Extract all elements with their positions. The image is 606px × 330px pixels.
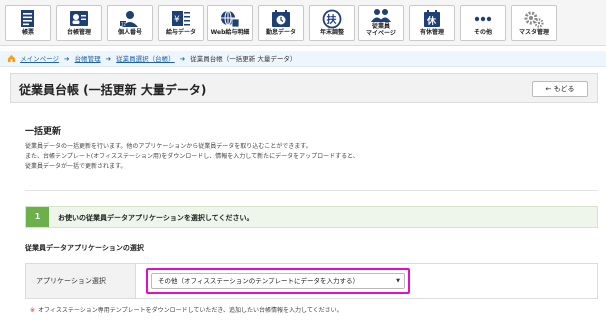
page-header: 従業員台帳 (一括更新 大量データ) ← もどる: [10, 73, 598, 103]
svg-text:休: 休: [426, 15, 437, 27]
application-select-row: アプリケーション選択 その他（オフィスステーションのテンプレートにデータを入力す…: [25, 263, 598, 299]
template-note: ※ オフィスステーション専用テンプレートをダウンロードしていただき、追加したい台帳…: [30, 305, 343, 314]
note-mark: ※: [30, 307, 36, 314]
divider: [25, 190, 598, 191]
toolbar-button-reports[interactable]: 帳票: [5, 5, 51, 41]
home-icon: [7, 53, 16, 69]
toolbar-label: 個人番号: [117, 29, 142, 36]
document-list-icon: [6, 9, 50, 29]
page-title: 従業員台帳 (一括更新 大量データ): [19, 83, 207, 97]
toolbar-label: その他: [473, 29, 492, 36]
toolbar-label: Web給与明細: [210, 29, 250, 36]
toolbar-label: 勤怠データ: [265, 29, 296, 36]
toolbar-button-paid-leave[interactable]: 休 有休管理: [409, 5, 455, 41]
toolbar-label: 従業員 マイページ: [366, 23, 396, 37]
dropdown-caret-icon: ▼: [396, 278, 400, 284]
paid-leave-icon: 休: [410, 9, 454, 29]
person-card-icon: [57, 9, 101, 29]
breadcrumb-arrow-icon: ➔: [105, 55, 112, 63]
step-number: 1: [26, 207, 49, 227]
breadcrumb-link-ledger[interactable]: 台帳管理: [75, 55, 101, 63]
gears-icon: [512, 9, 556, 29]
web-payslip-icon: [208, 9, 252, 29]
svg-text:¥: ¥: [174, 15, 180, 25]
back-button[interactable]: ← もどる: [532, 81, 588, 97]
breadcrumb-link-main[interactable]: メインページ: [20, 55, 59, 63]
section-description: 従業員データの一括更新を行います。他のアプリケーションから従業員データを取り込む…: [25, 142, 359, 172]
toolbar-button-master[interactable]: マスタ管理: [511, 5, 557, 41]
salary-data-icon: ¥: [159, 9, 203, 29]
application-select-label: アプリケーション選択: [26, 264, 136, 298]
toolbar-button-ledger[interactable]: 台帳管理: [56, 5, 102, 41]
breadcrumb: メインページ ➔ 台帳管理 ➔ 従業員選択（台帳） ➔ 従業員台帳（一括更新 大…: [0, 51, 606, 67]
toolbar-label: 帳票: [21, 29, 34, 36]
description-line: 従業員データが一括で更新されます。: [25, 163, 127, 170]
toolbar-button-web-payslip[interactable]: Web給与明細: [207, 5, 253, 41]
toolbar-label: 給与データ: [165, 29, 196, 36]
note-text: オフィスステーション専用テンプレートをダウンロードしていただき、追加したい台帳情…: [38, 307, 343, 314]
svg-text:扶: 扶: [327, 13, 338, 26]
application-select[interactable]: その他（オフィスステーションのテンプレートにデータを入力する） ▼: [151, 273, 405, 289]
top-toolbar: 帳票 台帳管理 12 個人番号 ¥ 給与データ Web給与明細 勤怠データ 扶 …: [0, 0, 606, 46]
toolbar-label: 年末調整: [319, 29, 344, 36]
more-dots-icon: [461, 9, 505, 29]
section-title: 一括更新: [25, 127, 62, 137]
breadcrumb-arrow-icon: ➔: [179, 55, 186, 63]
step-banner: 1 お使いの従業員データアプリケーションを選択してください。: [25, 206, 598, 228]
employee-mypage-icon: [359, 8, 403, 24]
svg-text:12: 12: [121, 22, 127, 27]
toolbar-button-my-number[interactable]: 12 個人番号: [107, 5, 153, 41]
attendance-icon: [259, 9, 303, 29]
description-line: 従業員データの一括更新を行います。他のアプリケーションから従業員データを取り込む…: [25, 143, 312, 150]
my-number-icon: 12: [108, 9, 152, 29]
toolbar-button-employee-mypage[interactable]: 従業員 マイページ: [358, 5, 404, 41]
breadcrumb-arrow-icon: ➔: [64, 55, 70, 63]
toolbar-label: 有休管理: [419, 29, 444, 36]
breadcrumb-link-employee-select[interactable]: 従業員選択（台帳）: [116, 55, 175, 63]
toolbar-label: マスタ管理: [518, 29, 549, 36]
description-line: また、台帳テンプレート(オフィスステーション用)をダウンロードし、情報を入力して…: [25, 153, 359, 160]
step-instruction: お使いの従業員データアプリケーションを選択してください。: [58, 214, 254, 222]
toolbar-button-year-end[interactable]: 扶 年末調整: [309, 5, 355, 41]
year-end-icon: 扶: [310, 9, 354, 29]
toolbar-button-attendance[interactable]: 勤怠データ: [258, 5, 304, 41]
toolbar-label: 台帳管理: [66, 29, 91, 36]
toolbar-button-salary-data[interactable]: ¥ 給与データ: [158, 5, 204, 41]
selected-option: その他（オフィスステーションのテンプレートにデータを入力する）: [158, 277, 360, 285]
form-subtitle: 従業員データアプリケーションの選択: [25, 244, 144, 252]
breadcrumb-current: 従業員台帳（一括更新 大量データ）: [190, 55, 297, 63]
toolbar-button-other[interactable]: その他: [460, 5, 506, 41]
select-highlight: その他（オフィスステーションのテンプレートにデータを入力する） ▼: [146, 268, 410, 294]
